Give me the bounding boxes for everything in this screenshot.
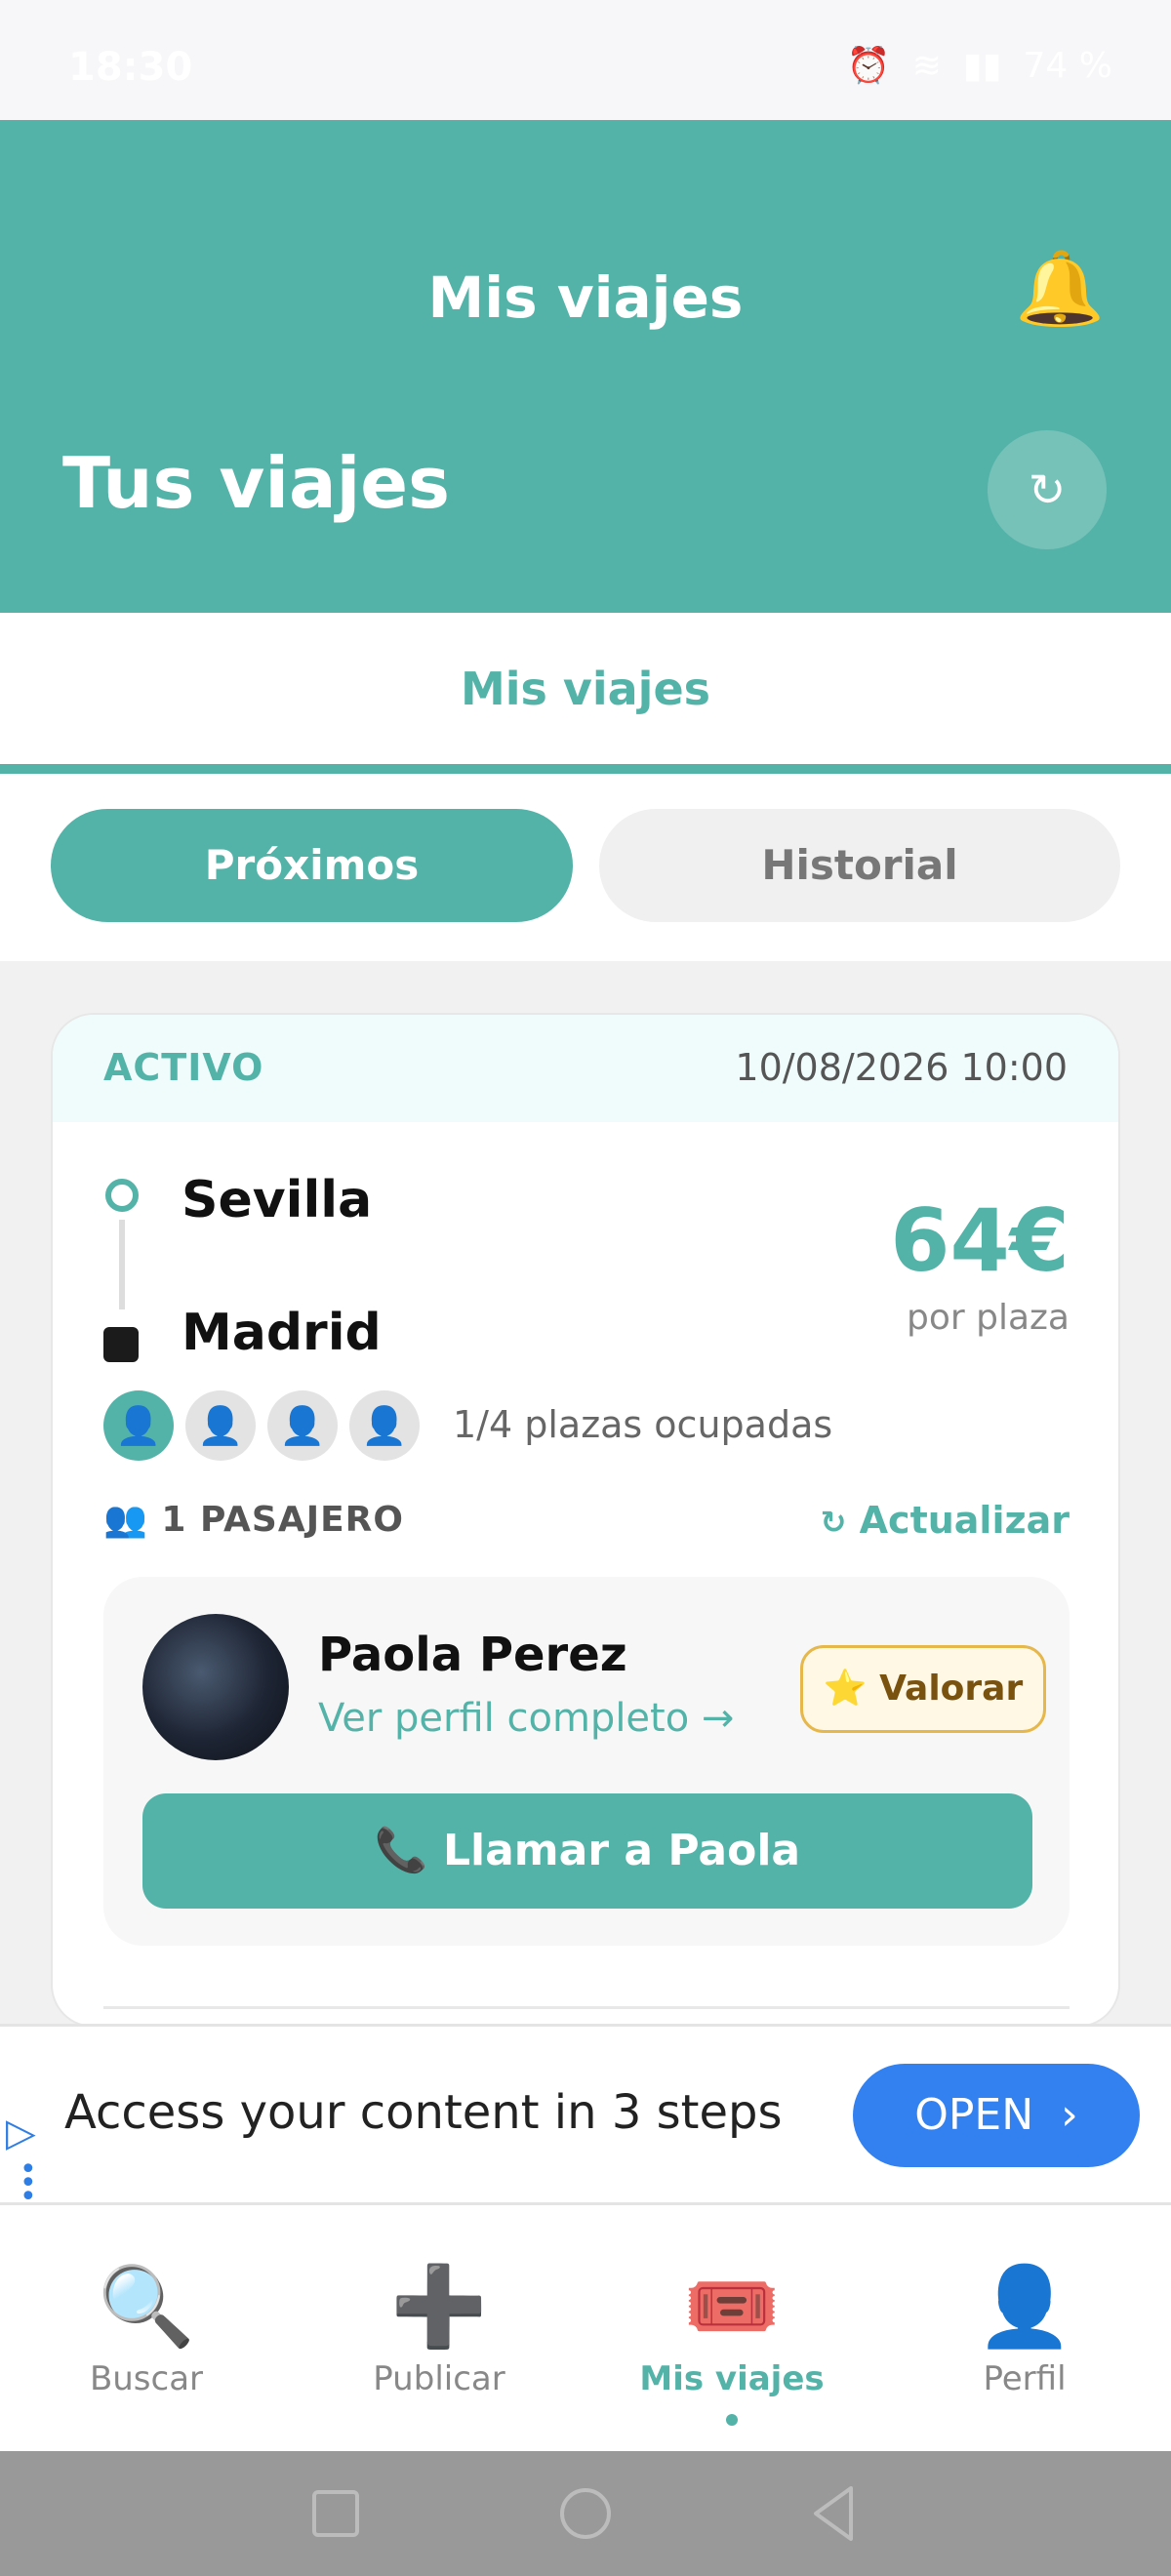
passengers-count: 1 PASAJERO: [161, 1500, 404, 1540]
seat-free-icon: 👤: [349, 1390, 420, 1461]
bottom-nav: 🔍 Buscar ➕ Publicar 🎟️ Mis viajes 👤 Perf…: [0, 2205, 1171, 2451]
nav-label: Perfil: [983, 2359, 1067, 2398]
passengers-heading: 👥 1 PASAJERO: [103, 1499, 404, 1540]
seats-occupied-text: 1/4 plazas ocupadas: [453, 1403, 833, 1446]
seat-occupied-icon: 👤: [103, 1390, 174, 1461]
header-title: Mis viajes: [427, 264, 744, 331]
wifi-icon: ≋: [911, 45, 942, 86]
trip-card[interactable]: ACTIVO 10/08/2026 10:00 Sevilla Madrid 6…: [51, 1013, 1120, 2028]
avatar[interactable]: [142, 1614, 289, 1760]
segment-history-button[interactable]: Historial: [599, 809, 1120, 922]
update-label: Actualizar: [859, 1499, 1070, 1542]
tab-bar: Mis viajes: [0, 613, 1171, 774]
price-unit: por plaza: [907, 1298, 1070, 1338]
ad-open-label: OPEN: [914, 2090, 1034, 2140]
seat-free-icon: 👤: [185, 1390, 256, 1461]
passengers-icon: 👥: [103, 1500, 148, 1540]
chevron-right-icon: ›: [1047, 2090, 1078, 2140]
segment-control: Próximos Historial: [0, 774, 1171, 961]
star-icon: ⭐: [823, 1669, 868, 1709]
refresh-button[interactable]: ↻: [988, 430, 1107, 549]
destination-city: Madrid: [182, 1304, 382, 1362]
nav-label: Mis viajes: [639, 2359, 825, 2398]
rate-button[interactable]: ⭐ Valorar: [800, 1645, 1046, 1733]
seat-free-icon: 👤: [267, 1390, 338, 1461]
origin-city: Sevilla: [182, 1171, 373, 1229]
back-icon[interactable]: [806, 2478, 861, 2549]
plus-icon: ➕: [390, 2261, 488, 2352]
card-divider: [103, 2006, 1070, 2009]
bell-icon[interactable]: 🔔: [1015, 247, 1105, 332]
status-bar: 18:30 ⏰ ≋ ▮▮ 74 %: [0, 0, 1171, 120]
section-title: Tus viajes: [62, 442, 450, 524]
trip-status-badge: ACTIVO: [103, 1046, 264, 1089]
ad-choices-icon[interactable]: ▷: [6, 2111, 36, 2155]
active-indicator: [726, 2414, 738, 2426]
search-icon: 🔍: [98, 2261, 195, 2352]
origin-marker-icon: [105, 1179, 139, 1212]
rate-label: Valorar: [879, 1669, 1024, 1709]
alarm-icon: ⏰: [846, 46, 891, 86]
ad-menu-icon[interactable]: • • •: [20, 2155, 37, 2212]
status-time: 18:30: [68, 45, 193, 90]
user-icon: 👤: [976, 2261, 1073, 2352]
signal-icon: ▮▮: [962, 45, 1002, 86]
nav-label: Buscar: [89, 2359, 204, 2398]
call-label: Llamar a Paola: [442, 1826, 801, 1875]
home-icon[interactable]: [556, 2478, 615, 2549]
tab-indicator: [0, 764, 1171, 774]
recents-icon[interactable]: [310, 2478, 361, 2549]
nav-item-publicar[interactable]: ➕ Publicar: [293, 2205, 586, 2451]
battery-level: 74 %: [1023, 45, 1112, 86]
nav-item-mis-viajes[interactable]: 🎟️ Mis viajes: [586, 2205, 878, 2451]
ad-open-button[interactable]: OPEN ›: [853, 2064, 1140, 2167]
system-nav-bar: [0, 2451, 1171, 2576]
trip-price: 64€: [890, 1190, 1070, 1291]
ticket-icon: 🎟️: [683, 2261, 781, 2352]
ad-banner[interactable]: ▷ • • • Access your content in 3 steps OPE…: [0, 2024, 1171, 2212]
app-header: Mis viajes 🔔 Tus viajes ↻: [0, 120, 1171, 613]
status-icons: ⏰ ≋ ▮▮ 74 %: [846, 45, 1112, 87]
view-profile-link[interactable]: Ver perfil completo →: [318, 1696, 734, 1741]
nav-item-perfil[interactable]: 👤 Perfil: [878, 2205, 1171, 2451]
update-icon: ↻: [820, 1504, 847, 1541]
passenger-name: Paola Perez: [318, 1628, 627, 1682]
nav-item-buscar[interactable]: 🔍 Buscar: [0, 2205, 293, 2451]
nav-label: Publicar: [373, 2359, 505, 2398]
route-line: [119, 1220, 125, 1309]
destination-marker-icon: [103, 1327, 139, 1362]
ad-text: Access your content in 3 steps: [64, 2085, 783, 2140]
call-passenger-button[interactable]: 📞 Llamar a Paola: [142, 1793, 1032, 1909]
segment-upcoming-button[interactable]: Próximos: [51, 809, 573, 922]
phone-icon: 📞: [374, 1826, 428, 1875]
tab-mis-viajes[interactable]: Mis viajes: [0, 613, 1171, 769]
update-passengers-link[interactable]: ↻ Actualizar: [821, 1499, 1070, 1542]
passenger-card: Paola Perez Ver perfil completo → ⭐ Valo…: [103, 1577, 1070, 1946]
trip-datetime: 10/08/2026 10:00: [735, 1046, 1068, 1089]
